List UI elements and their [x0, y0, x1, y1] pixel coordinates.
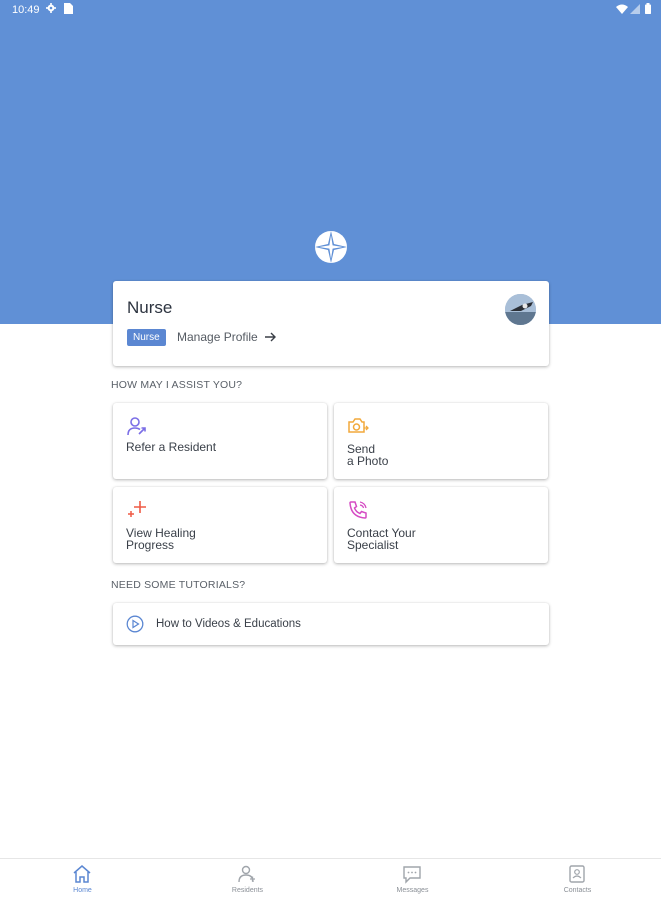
refer-resident-label: Refer a Resident — [126, 441, 306, 453]
tutorials-section-title: NEED SOME TUTORIALS? — [111, 579, 246, 591]
header-background — [0, 0, 661, 324]
signal-icon — [630, 4, 640, 14]
contact-label-line2: Specialist — [347, 538, 399, 552]
battery-icon — [645, 3, 651, 14]
messages-icon — [403, 866, 421, 884]
refer-person-icon — [127, 417, 146, 436]
view-healing-progress-card[interactable]: View Healing Progress — [113, 487, 327, 563]
arrow-right-icon — [264, 332, 276, 342]
play-circle-icon — [126, 615, 144, 633]
camera-icon — [348, 418, 369, 433]
contact-specialist-label: Contact Your Specialist — [347, 527, 527, 551]
nav-label-messages: Messages — [396, 887, 429, 894]
status-bar: 10:49 — [0, 0, 661, 20]
residents-icon — [238, 865, 255, 883]
refer-label-line1: Refer a Resident — [126, 440, 217, 454]
nav-label-contacts: Contacts — [563, 887, 592, 894]
contact-specialist-card[interactable]: Contact Your Specialist — [334, 487, 548, 563]
nav-item-residents[interactable]: Residents — [165, 859, 330, 900]
assist-section-title: HOW MAY I ASSIST YOU? — [111, 379, 243, 391]
nav-label-residents: Residents — [231, 887, 264, 894]
send-photo-label: Send a Photo — [347, 443, 527, 467]
manage-profile-link[interactable]: Manage Profile — [177, 330, 277, 344]
tutorials-card[interactable]: How to Videos & Educations — [113, 603, 549, 645]
phone-icon — [349, 501, 367, 519]
sparkle-plus-icon — [128, 501, 146, 517]
role-badge: Nurse — [127, 329, 166, 346]
profile-card: Nurse Nurse Manage Profile — [113, 281, 549, 366]
avatar[interactable] — [505, 294, 536, 325]
nav-item-contacts[interactable]: Contacts — [495, 859, 660, 900]
wifi-icon — [616, 4, 628, 14]
status-time: 10:49 — [12, 4, 40, 16]
tutorials-item-label: How to Videos & Educations — [156, 618, 301, 630]
refer-resident-card[interactable]: Refer a Resident — [113, 403, 327, 479]
send-label-line2: a Photo — [347, 454, 389, 468]
manage-profile-label: Manage Profile — [177, 330, 258, 344]
bottom-nav: Home Residents Messages Contacts — [0, 858, 661, 900]
profile-name: Nurse — [127, 298, 173, 317]
nav-label-home: Home — [73, 887, 92, 894]
app-logo-icon — [315, 231, 347, 263]
nav-item-messages[interactable]: Messages — [330, 859, 495, 900]
nav-item-home[interactable]: Home — [0, 859, 165, 900]
send-photo-card[interactable]: Send a Photo — [334, 403, 548, 479]
contacts-icon — [569, 865, 585, 883]
sim-card-icon — [64, 3, 73, 14]
settings-icon — [46, 3, 56, 13]
view-healing-label: View Healing Progress — [126, 527, 306, 551]
home-icon — [73, 865, 91, 883]
healing-label-line2: Progress — [126, 538, 175, 552]
avatar-photo-icon — [505, 294, 536, 325]
